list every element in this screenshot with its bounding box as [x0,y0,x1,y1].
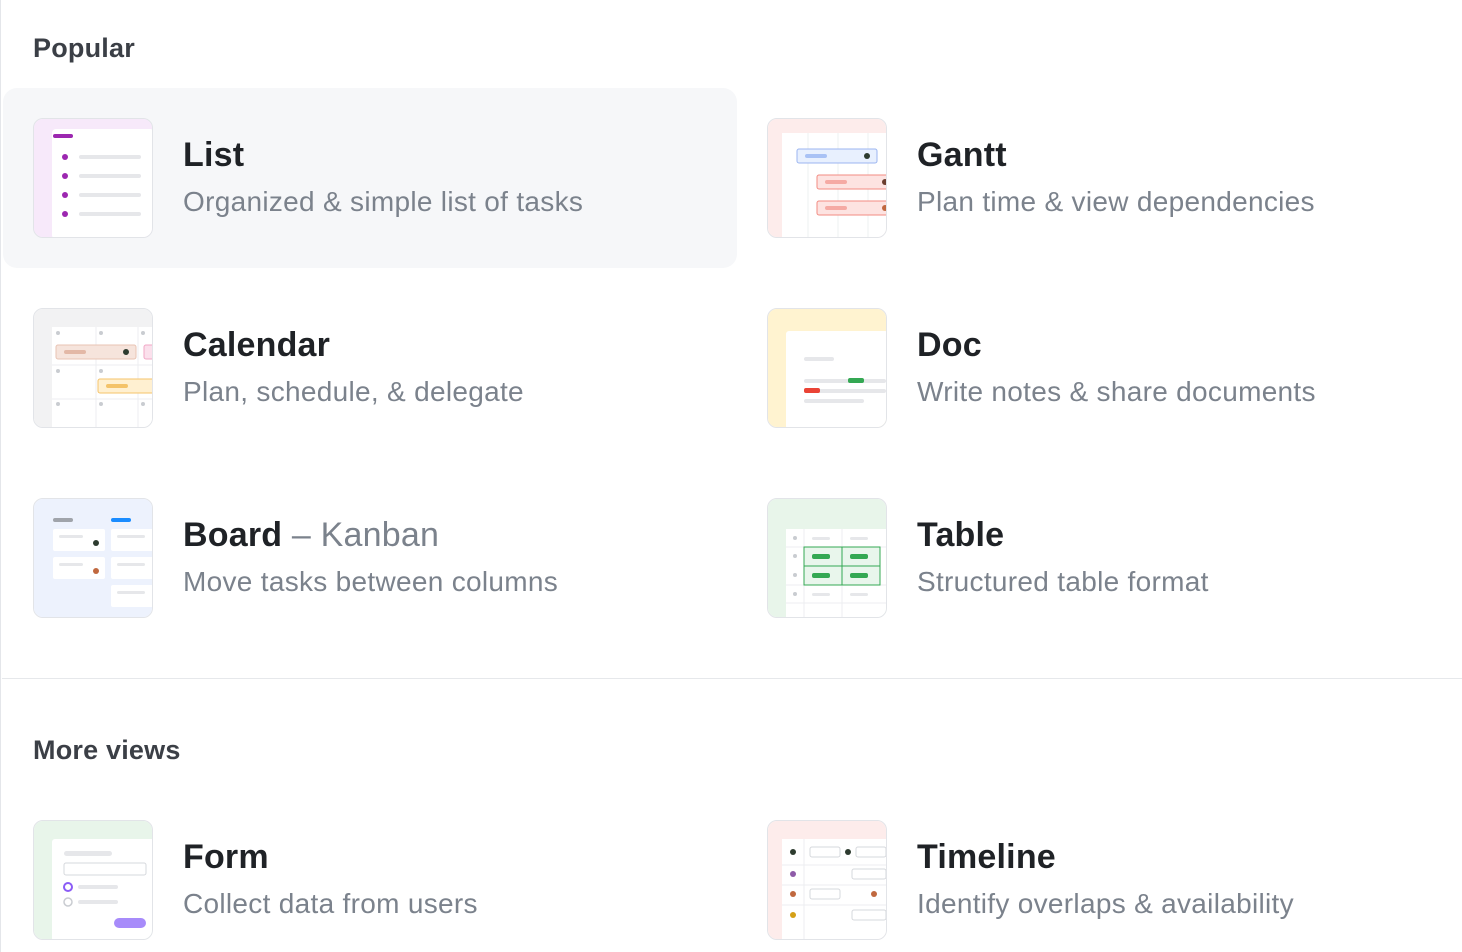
view-name: Calendar [183,326,331,364]
list-view-icon [33,118,153,238]
view-description: Structured table format [917,566,1209,597]
board-view-icon [33,498,153,618]
view-name: Timeline [917,838,1056,876]
view-name: Table [917,516,1005,554]
view-name: Gantt [917,136,1007,174]
view-option-table[interactable]: Table Structured table format [737,468,1462,648]
view-option-list[interactable]: List Organized & simple list of tasks [3,88,737,268]
view-name: Form [183,838,269,876]
calendar-view-icon [33,308,153,428]
view-option-board[interactable]: Board – Kanban Move tasks between column… [3,468,737,648]
view-option-timeline[interactable]: Timeline Identify overlaps & availabilit… [737,790,1462,952]
view-description: Write notes & share documents [917,376,1316,407]
view-option-doc[interactable]: Doc Write notes & share documents [737,278,1462,458]
section-divider [2,678,1462,679]
form-view-icon [33,820,153,940]
view-description: Plan time & view dependencies [917,186,1315,217]
table-view-icon [767,498,887,618]
timeline-view-icon [767,820,887,940]
view-option-form[interactable]: Form Collect data from users [3,790,737,952]
view-subtitle: – Kanban [291,516,440,554]
doc-view-icon [767,308,887,428]
view-description: Move tasks between columns [183,566,559,597]
view-description: Plan, schedule, & delegate [183,376,524,407]
view-name: Board – Kanban [183,516,440,554]
view-option-gantt[interactable]: Gantt Plan time & view dependencies [737,88,1462,268]
gantt-view-icon [767,118,887,238]
view-name: Doc [917,326,982,364]
section-title-popular: Popular [33,33,135,63]
view-option-calendar[interactable]: Calendar Plan, schedule, & delegate [3,278,737,458]
section-title-more-views: More views [33,735,181,765]
view-description: Identify overlaps & availability [917,888,1294,919]
view-description: Collect data from users [183,888,478,919]
view-description: Organized & simple list of tasks [183,186,584,217]
view-name: List [183,136,245,174]
left-border [0,0,1,952]
